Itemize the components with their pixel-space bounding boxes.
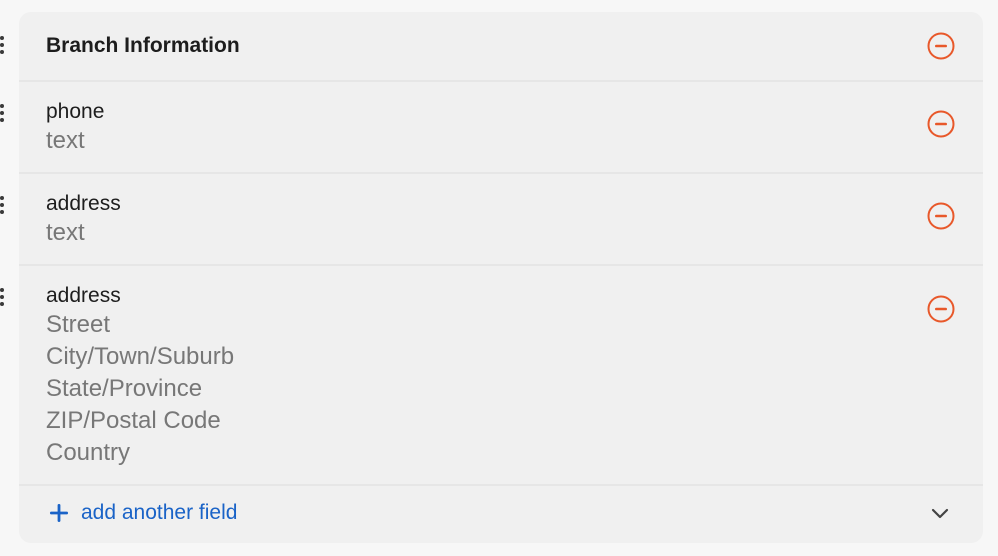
remove-field-button[interactable]	[927, 295, 955, 323]
plus-icon	[50, 504, 68, 522]
remove-section-button[interactable]	[927, 32, 955, 60]
section-header: Branch Information	[19, 12, 983, 82]
drag-handle-icon[interactable]	[0, 196, 6, 218]
branch-information-card: Branch Information phone text address te…	[19, 12, 983, 543]
field-subfields: Street City/Town/Suburb State/Province Z…	[46, 309, 234, 469]
subfield-street: Street	[46, 311, 111, 338]
add-field-button[interactable]: add another field	[49, 501, 237, 525]
field-name: phone	[46, 100, 105, 123]
field-row: address Street City/Town/Suburb State/Pr…	[19, 266, 983, 486]
remove-field-button[interactable]	[927, 202, 955, 230]
subfield-zip: ZIP/Postal Code	[46, 407, 221, 434]
field-row: phone text	[19, 82, 983, 174]
card-footer: add another field	[19, 486, 983, 543]
field-row: address text	[19, 174, 983, 266]
add-field-label: add another field	[81, 501, 238, 524]
field-type: text	[46, 219, 85, 246]
field-name: address	[46, 192, 121, 215]
field-type: text	[46, 127, 85, 154]
subfield-country: Country	[46, 439, 131, 466]
subfield-state: State/Province	[46, 375, 203, 402]
remove-field-button[interactable]	[927, 110, 955, 138]
drag-handle-icon[interactable]	[0, 104, 6, 126]
field-name: address	[46, 284, 121, 307]
chevron-down-icon[interactable]	[930, 506, 950, 520]
section-title: Branch Information	[46, 34, 240, 57]
drag-handle-icon[interactable]	[0, 36, 6, 58]
subfield-city: City/Town/Suburb	[46, 343, 235, 370]
drag-handle-icon[interactable]	[0, 288, 6, 310]
